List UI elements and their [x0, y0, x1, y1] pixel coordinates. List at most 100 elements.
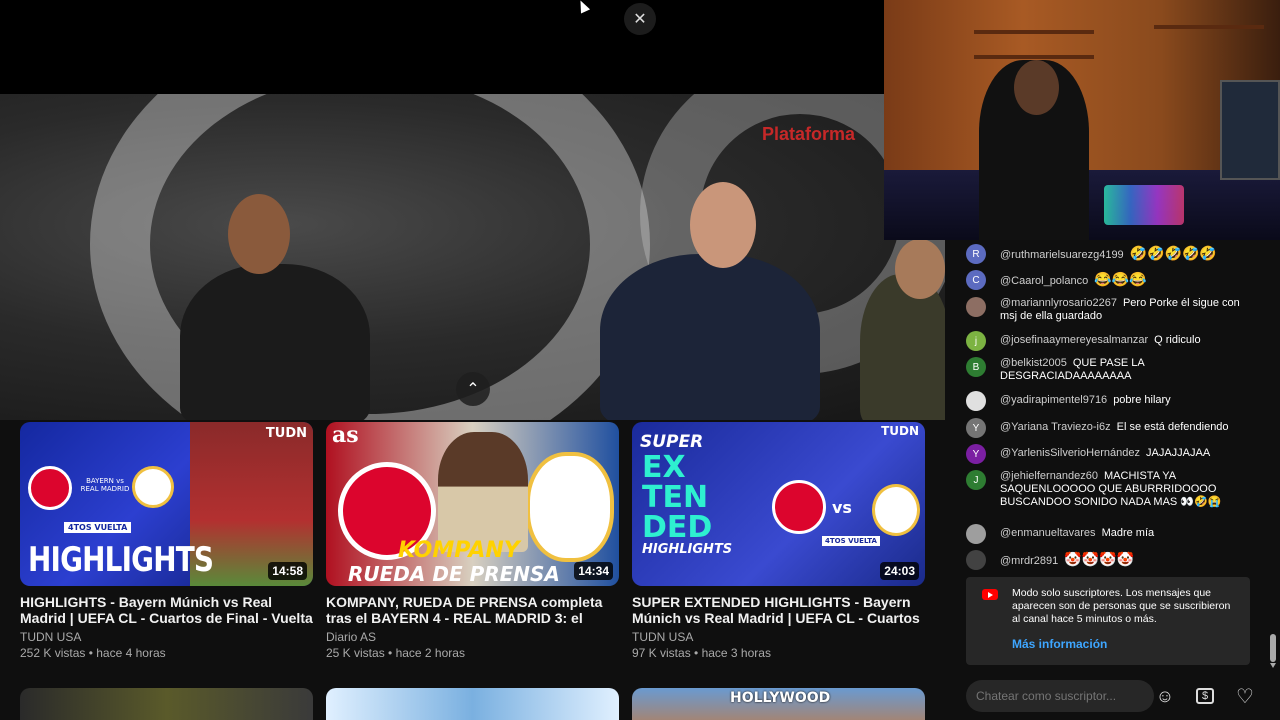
brand-label: TUDN	[881, 424, 919, 438]
chat-message: @yadirapimentel9716 pobre hilary	[966, 391, 1256, 411]
heart-icon[interactable]: ♡	[1233, 684, 1257, 708]
chat-text: JAJAJJAJAA	[1145, 447, 1211, 459]
notice-text: Modo solo suscriptores. Los mensajes que…	[1012, 587, 1231, 625]
rgb-keyboard	[1104, 185, 1184, 225]
chat-message: @mariannlyrosario2267 Pero Porke él sigue…	[966, 297, 1256, 323]
bayern-crest-icon	[28, 466, 72, 510]
chat-message: B @belkist2005 QUE PASE LA DESGRACIADAAAA…	[966, 357, 1256, 383]
guest-right-head	[895, 239, 945, 299]
host-left-head	[228, 194, 290, 274]
hollywood-sign-text: HOLLYWOOD	[730, 690, 831, 706]
video-card[interactable]: TUDN SUPER EX TEN DED HIGHLIGHTS vs 4TOS…	[632, 422, 925, 660]
chevron-up-icon[interactable]: ⌃	[456, 372, 490, 406]
scroll-down-arrow-icon[interactable]	[1270, 663, 1276, 669]
chat-message: J @jehielfernandez60 MACHISTA YA SAQUENLO…	[966, 470, 1256, 509]
video-title[interactable]: KOMPANY, RUEDA DE PRENSA completa tras e…	[326, 594, 619, 626]
chat-text: El se está defendiendo	[1116, 421, 1229, 433]
brand-label: TUDN	[265, 426, 307, 441]
shelf	[1154, 25, 1264, 29]
user-avatar[interactable]: j	[966, 331, 986, 351]
close-icon[interactable]: ✕	[624, 3, 656, 35]
video-thumbnail[interactable]	[20, 688, 313, 720]
real-madrid-crest-icon	[872, 484, 920, 536]
video-thumbnail[interactable]	[326, 688, 619, 720]
chat-text: pobre hilary	[1113, 394, 1171, 406]
channel-name[interactable]: Diario AS	[326, 630, 619, 644]
channel-name[interactable]: TUDN USA	[20, 630, 313, 644]
shelf	[974, 55, 1094, 59]
more-info-link[interactable]: Más información	[1012, 637, 1107, 651]
chat-text: Madre mía	[1101, 527, 1155, 539]
real-madrid-crest-icon	[526, 452, 614, 562]
user-avatar[interactable]: J	[966, 470, 986, 490]
chat-text: Q ridiculo	[1154, 334, 1201, 346]
video-thumbnail[interactable]: HOLLYWOOD	[632, 688, 925, 720]
video-card[interactable]: as KOMPANY RUEDA DE PRENSA 14:34 KOMPANY…	[326, 422, 619, 660]
subscribers-only-notice: Modo solo suscriptores. Los mensajes que…	[966, 577, 1250, 665]
chat-author[interactable]: @belkist2005	[1000, 357, 1067, 369]
user-avatar[interactable]: C	[966, 270, 986, 290]
video-duration: 24:03	[880, 562, 919, 580]
monitor	[1220, 80, 1280, 180]
rueda-big-text: RUEDA DE PRENSA	[348, 562, 560, 586]
chat-author[interactable]: @ruthmarielsuarezg4199	[1000, 249, 1124, 261]
badge-label: 4TOS VUELTA	[64, 522, 132, 533]
chat-author[interactable]: @enmanueltavares	[1000, 527, 1096, 539]
host-left-body	[180, 264, 370, 420]
chat-author[interactable]: @Caarol_polanco	[1000, 275, 1088, 287]
chat-author[interactable]: @mrdr2891	[1000, 555, 1058, 567]
user-avatar[interactable]: B	[966, 357, 986, 377]
highlights-text: HIGHLIGHTS	[642, 542, 733, 557]
studio-backdrop-arc	[90, 94, 650, 420]
chat-message: Y @YarlenisSilverioHernández JAJAJJAJAA	[966, 444, 1256, 464]
chat-author[interactable]: @mariannlyrosario2267	[1000, 297, 1117, 309]
user-avatar[interactable]	[966, 524, 986, 544]
host-right-head	[690, 182, 756, 268]
super-chat-icon[interactable]: $	[1193, 684, 1217, 708]
shelf	[974, 30, 1094, 34]
user-avatar[interactable]: Y	[966, 418, 986, 438]
video-thumbnail[interactable]: TUDN SUPER EX TEN DED HIGHLIGHTS vs 4TOS…	[632, 422, 925, 586]
channel-name[interactable]: TUDN USA	[632, 630, 925, 644]
user-avatar[interactable]	[966, 391, 986, 411]
chat-author[interactable]: @YarlenisSilverioHernández	[1000, 447, 1140, 459]
video-duration: 14:34	[574, 562, 613, 580]
video-player[interactable]: Plataforma ⌃	[0, 94, 945, 420]
screen: ✕ Plataforma ⌃ TUDN BAYERN vs REAL MADRI…	[0, 0, 1280, 720]
user-avatar[interactable]: Y	[966, 444, 986, 464]
badge-label: 4TOS VUELTA	[822, 536, 880, 546]
chat-message: C @Caarol_polanco 😂😂😂	[966, 270, 1256, 290]
user-avatar[interactable]: R	[966, 244, 986, 264]
brand-label: as	[332, 422, 359, 448]
video-card[interactable]: TUDN BAYERN vs REAL MADRID 4TOS VUELTA H…	[20, 422, 313, 660]
chat-author[interactable]: @Yariana Traviezo-i6z	[1000, 421, 1111, 433]
chat-author[interactable]: @yadirapimentel9716	[1000, 394, 1107, 406]
video-title[interactable]: SUPER EXTENDED HIGHLIGHTS - Bayern Múnic…	[632, 594, 925, 626]
video-thumbnail[interactable]: TUDN BAYERN vs REAL MADRID 4TOS VUELTA H…	[20, 422, 313, 586]
chat-message: R @ruthmarielsuarezg4199 🤣🤣🤣🤣🤣	[966, 244, 1256, 264]
video-meta: 97 K vistas • hace 3 horas	[632, 646, 771, 660]
chat-author[interactable]: @jehielfernandez60	[1000, 470, 1098, 482]
user-avatar[interactable]	[966, 297, 986, 317]
top-black-bar	[0, 0, 884, 94]
chat-scrollbar[interactable]	[1270, 634, 1276, 662]
video-thumbnail[interactable]: as KOMPANY RUEDA DE PRENSA 14:34	[326, 422, 619, 586]
chat-author[interactable]: @josefinaaymereyesalmanzar	[1000, 334, 1148, 346]
emoji-icon[interactable]: ☺	[1153, 684, 1177, 708]
channel-watermark: Plataforma	[761, 124, 855, 144]
guest-right-body	[860, 274, 945, 420]
real-madrid-crest-icon	[132, 466, 174, 508]
host-right-body	[600, 254, 820, 420]
bayern-crest-icon	[772, 480, 826, 534]
streamer-head	[1014, 60, 1059, 115]
user-avatar[interactable]	[966, 550, 986, 570]
video-title[interactable]: HIGHLIGHTS - Bayern Múnich vs Real Madri…	[20, 594, 313, 626]
matchup-label: BAYERN vs REAL MADRID	[80, 477, 130, 493]
streamer-webcam	[884, 0, 1280, 240]
youtube-logo-icon	[982, 589, 998, 600]
chat-input[interactable]	[966, 680, 1154, 712]
chat-message: j @josefinaaymereyesalmanzar Q ridiculo	[966, 331, 1256, 351]
highlights-big-text: HIGHLIGHTS	[28, 540, 214, 580]
chat-text: 😂😂😂	[1094, 271, 1147, 287]
chat-message: @enmanueltavares Madre mía	[966, 524, 1256, 544]
